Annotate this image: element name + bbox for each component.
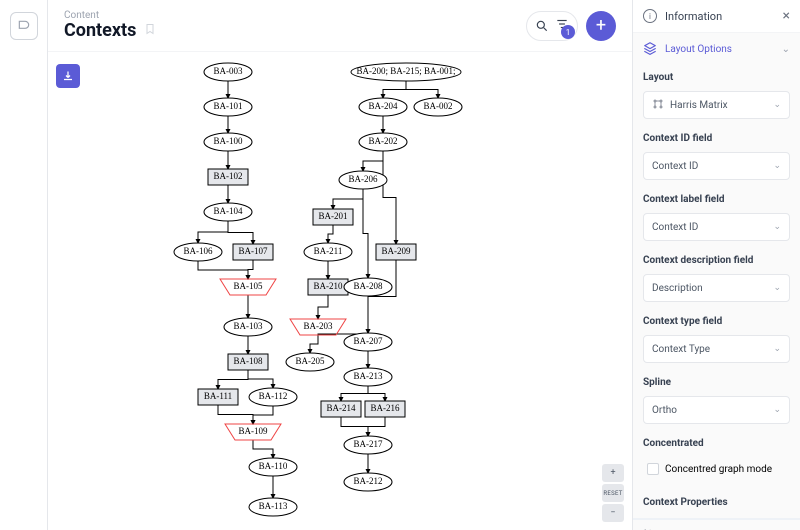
- chevron-down-icon: ⌄: [773, 405, 781, 415]
- main-area: Content Contexts 1 +: [48, 0, 632, 530]
- filter-badge: 1: [561, 25, 575, 39]
- svg-text:BA-212: BA-212: [354, 476, 383, 486]
- layout-label: Layout: [643, 72, 790, 83]
- search-filter-pill[interactable]: 1: [526, 11, 578, 41]
- chevron-down-icon: ⌄: [773, 100, 781, 110]
- svg-text:BA-204: BA-204: [369, 101, 398, 111]
- svg-text:BA-214: BA-214: [327, 403, 356, 413]
- chevron-down-icon: ⌄: [773, 161, 781, 171]
- zoom-out-button[interactable]: −: [602, 504, 624, 522]
- panel-info-header: i Information ×: [633, 0, 800, 33]
- layout-select[interactable]: Harris Matrix ⌄: [643, 91, 790, 119]
- ctx-id-label: Context ID field: [643, 133, 790, 144]
- svg-text:BA-200; BA-215; BA-001;: BA-200; BA-215; BA-001;: [357, 66, 456, 76]
- accordion-layout-options[interactable]: Layout Options ⌄: [633, 33, 800, 66]
- harris-matrix-graph: BA-003 BA-101 BA-100 BA-102 BA-104 BA-106 BA-1…: [48, 52, 632, 530]
- svg-text:BA-203: BA-203: [304, 321, 333, 331]
- bookmark-icon[interactable]: [144, 22, 156, 40]
- ctx-id-select[interactable]: Context ID ⌄: [643, 152, 790, 180]
- svg-text:BA-109: BA-109: [239, 426, 268, 436]
- svg-text:BA-101: BA-101: [214, 101, 243, 111]
- add-button[interactable]: +: [586, 11, 616, 41]
- svg-text:BA-110: BA-110: [259, 461, 288, 471]
- zoom-in-button[interactable]: +: [602, 464, 624, 482]
- matrix-icon: [652, 98, 664, 113]
- svg-text:BA-106: BA-106: [184, 246, 213, 256]
- svg-text:BA-002: BA-002: [424, 101, 453, 111]
- zoom-reset-button[interactable]: RESET: [602, 484, 624, 502]
- svg-text:BA-207: BA-207: [354, 336, 383, 346]
- spline-select[interactable]: Ortho ⌄: [643, 396, 790, 424]
- svg-text:BA-209: BA-209: [382, 246, 411, 256]
- chevron-down-icon: ⌄: [782, 44, 790, 55]
- page-title: Contexts: [64, 21, 136, 41]
- svg-text:BA-206: BA-206: [349, 174, 378, 184]
- context-properties-label: Context Properties: [643, 497, 790, 508]
- layers-icon: [643, 41, 657, 58]
- chevron-down-icon: ⌄: [773, 283, 781, 293]
- svg-text:BA-210: BA-210: [314, 281, 343, 291]
- svg-text:BA-108: BA-108: [234, 356, 263, 366]
- svg-text:BA-102: BA-102: [214, 171, 243, 181]
- svg-text:BA-103: BA-103: [234, 321, 263, 331]
- svg-text:BA-003: BA-003: [214, 66, 243, 76]
- panel-info-title: Information: [665, 10, 722, 23]
- ctx-type-select[interactable]: Context Type ⌄: [643, 335, 790, 363]
- info-icon: i: [643, 9, 657, 23]
- svg-text:BA-104: BA-104: [214, 206, 243, 216]
- layout-options-body: Layout Harris Matrix ⌄ Context ID field …: [633, 66, 800, 518]
- concentrated-checkbox[interactable]: [647, 463, 659, 475]
- svg-text:BA-205: BA-205: [296, 356, 325, 366]
- auto-refresh-row[interactable]: Auto Refresh ⌄: [633, 519, 800, 530]
- app-logo-icon[interactable]: [10, 12, 38, 40]
- search-icon: [535, 19, 549, 33]
- close-icon[interactable]: ×: [783, 8, 790, 24]
- svg-text:BA-211: BA-211: [314, 246, 343, 256]
- chevron-down-icon: ⌄: [773, 344, 781, 354]
- svg-text:BA-202: BA-202: [369, 136, 398, 146]
- app-sidebar: [0, 0, 48, 530]
- ctx-desc-label: Context description field: [643, 255, 790, 266]
- svg-text:BA-111: BA-111: [204, 391, 232, 401]
- svg-text:BA-201: BA-201: [319, 211, 348, 221]
- svg-text:BA-100: BA-100: [214, 136, 243, 146]
- page-header: Content Contexts 1 +: [48, 0, 632, 52]
- chevron-down-icon: ⌄: [773, 222, 781, 232]
- layout-options-label: Layout Options: [665, 44, 732, 55]
- svg-text:BA-113: BA-113: [259, 501, 288, 511]
- ctx-label-select[interactable]: Context ID ⌄: [643, 213, 790, 241]
- concentrated-label: Concentrated: [643, 438, 790, 449]
- svg-text:BA-112: BA-112: [259, 391, 288, 401]
- spline-label: Spline: [643, 377, 790, 388]
- svg-text:BA-216: BA-216: [371, 403, 400, 413]
- ctx-type-label: Context type field: [643, 316, 790, 327]
- svg-text:BA-208: BA-208: [354, 281, 383, 291]
- svg-text:BA-105: BA-105: [234, 281, 263, 291]
- concentrated-checkbox-row[interactable]: Concentred graph mode: [643, 457, 790, 481]
- svg-text:BA-217: BA-217: [354, 439, 383, 449]
- ctx-label-label: Context label field: [643, 194, 790, 205]
- graph-canvas[interactable]: BA-003 BA-101 BA-100 BA-102 BA-104 BA-106 BA-1…: [48, 52, 632, 530]
- ctx-desc-select[interactable]: Description ⌄: [643, 274, 790, 302]
- right-panel: i Information × Layout Options ⌄ Layout …: [632, 0, 800, 530]
- svg-text:BA-213: BA-213: [354, 371, 383, 381]
- svg-text:BA-107: BA-107: [239, 246, 268, 256]
